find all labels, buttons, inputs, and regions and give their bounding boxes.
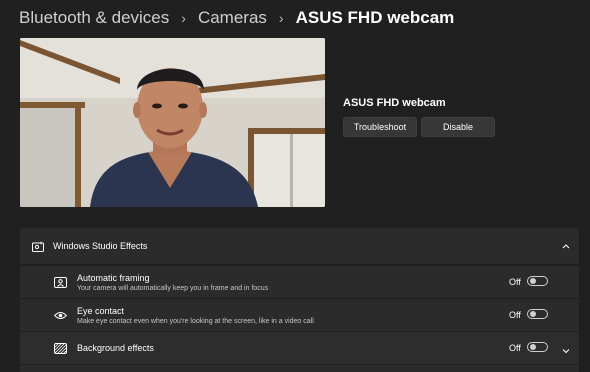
automatic-framing-title: Automatic framing	[77, 273, 150, 283]
automatic-framing-toggle[interactable]	[527, 276, 548, 286]
eye-contact-toggle[interactable]	[527, 309, 548, 319]
background-effects-toggle[interactable]	[527, 342, 548, 352]
chevron-right-icon: ›	[278, 10, 284, 26]
disable-button[interactable]: Disable	[421, 117, 495, 137]
chevron-right-icon: ›	[181, 10, 186, 26]
eye-contact-title: Eye contact	[77, 306, 125, 316]
chevron-up-icon[interactable]	[560, 239, 572, 251]
eye-contact-row: Eye contact Make eye contact even when y…	[20, 298, 579, 331]
eye-contact-description: Make eye contact even when you're lookin…	[77, 318, 314, 325]
page-title: ASUS FHD webcam	[295, 8, 455, 27]
automatic-framing-row: Automatic framing Your camera will autom…	[20, 265, 579, 298]
breadcrumb-cameras[interactable]: Cameras	[198, 8, 267, 28]
background-effects-state: Off	[509, 343, 521, 353]
breadcrumb: Bluetooth & devices › Cameras › ASUS FHD…	[19, 5, 454, 31]
framing-icon	[53, 275, 67, 289]
studio-effects-header[interactable]: Windows Studio Effects	[20, 228, 579, 264]
chevron-down-icon[interactable]	[561, 343, 571, 354]
studio-effects-title: Windows Studio Effects	[53, 241, 148, 251]
background-effects-row[interactable]: Background effects Off	[20, 331, 579, 364]
background-effects-title: Background effects	[77, 343, 154, 353]
breadcrumb-bluetooth-devices[interactable]: Bluetooth & devices	[19, 8, 169, 28]
background-effects-icon	[53, 341, 67, 355]
camera-preview	[20, 38, 325, 207]
automatic-framing-state: Off	[509, 277, 521, 287]
eye-icon	[53, 308, 67, 322]
studio-effects-icon	[31, 239, 45, 253]
automatic-framing-description: Your camera will automatically keep you …	[77, 285, 269, 292]
device-name: ASUS FHD webcam	[343, 97, 446, 109]
troubleshoot-button[interactable]: Troubleshoot	[343, 117, 417, 137]
eye-contact-state: Off	[509, 310, 521, 320]
